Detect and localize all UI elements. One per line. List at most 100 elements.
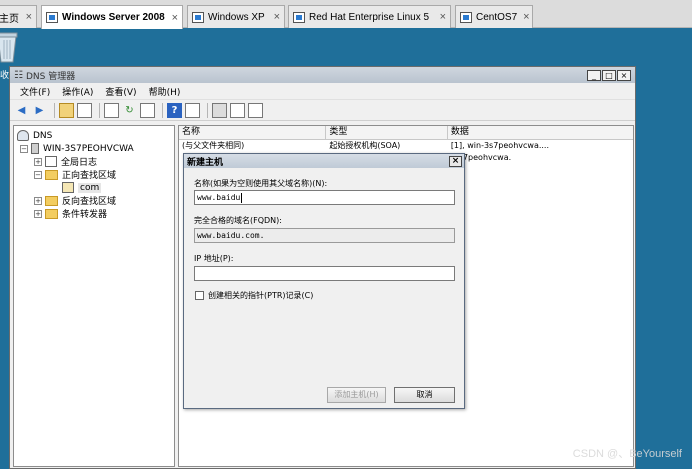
- menu-action[interactable]: 操作(A): [62, 85, 93, 98]
- menu-view[interactable]: 查看(V): [105, 85, 136, 98]
- window-title: DNS 管理器: [25, 71, 76, 82]
- toolbar-separator: [99, 102, 100, 118]
- menu-bar: 文件(F) 操作(A) 查看(V) 帮助(H): [10, 83, 635, 100]
- maximize-button[interactable]: □: [602, 69, 616, 81]
- console-tree: DNS − WIN-3S7PEOHVCWA + 全局日志 − 正向查找区域 co…: [13, 125, 175, 467]
- vm-tab-label: Windows Server 2008: [62, 12, 165, 23]
- folder-icon: [45, 169, 58, 180]
- tree-label: 全局日志: [61, 158, 98, 168]
- expand-icon[interactable]: +: [34, 196, 42, 205]
- vm-tab-label: Red Hat Enterprise Linux 5: [309, 11, 430, 23]
- server-icon[interactable]: [212, 102, 227, 118]
- dialog-title: 新建主机: [187, 157, 224, 168]
- cancel-button[interactable]: 取消: [394, 387, 455, 403]
- record-name: (与父文件夹相同): [182, 141, 245, 150]
- collapse-icon[interactable]: −: [34, 170, 42, 179]
- tree-node-forward-zones[interactable]: − 正向查找区域: [14, 168, 174, 181]
- dialog-titlebar[interactable]: 新建主机 ×: [184, 154, 464, 168]
- vm-tab-windows-server-2008[interactable]: Windows Server 2008 ×: [41, 5, 183, 29]
- text-caret: [241, 192, 243, 203]
- console-icon[interactable]: [185, 102, 200, 118]
- vm-tab-label: Windows XP: [208, 11, 265, 23]
- expand-icon[interactable]: +: [34, 209, 42, 218]
- back-icon[interactable]: ◀: [14, 103, 29, 118]
- properties-icon[interactable]: [104, 102, 119, 118]
- column-name[interactable]: 名称: [179, 126, 327, 140]
- log-icon: [45, 156, 57, 167]
- vm-tab-strip: 主页 × Windows Server 2008 × Windows XP × …: [0, 0, 692, 29]
- vm-tab-centos7[interactable]: CentOS7 ×: [455, 5, 533, 28]
- up-folder-icon[interactable]: [59, 102, 74, 118]
- tree-label: com: [78, 182, 102, 193]
- tree-node-global-logs[interactable]: + 全局日志: [14, 155, 174, 168]
- menu-file[interactable]: 文件(F): [20, 85, 50, 98]
- record-data: [1], win-3s7peohvcwa....: [450, 141, 550, 150]
- new-host-dialog: 新建主机 × 名称(如果为空则使用其父域名称)(N): www.baidu 完全…: [183, 153, 465, 409]
- vm-icon: [293, 11, 305, 23]
- ip-address-input[interactable]: [194, 266, 455, 281]
- toolbar-separator: [207, 102, 208, 118]
- help-icon[interactable]: ?: [167, 102, 182, 118]
- vm-tab-label: CentOS7: [476, 11, 518, 23]
- refresh-icon[interactable]: ↻: [122, 103, 137, 118]
- column-data[interactable]: 数据: [448, 126, 633, 140]
- close-icon[interactable]: ×: [166, 12, 178, 24]
- dns-app-icon: ☷: [14, 69, 23, 81]
- tree-label: WIN-3S7PEOHVCWA: [43, 143, 134, 154]
- zone-icon: [62, 182, 74, 193]
- tree-label: 条件转发器: [62, 210, 108, 220]
- records-icon[interactable]: [230, 102, 245, 118]
- vm-tab-windows-xp[interactable]: Windows XP ×: [187, 5, 285, 28]
- server-icon: [31, 143, 39, 154]
- close-icon[interactable]: ×: [20, 11, 32, 23]
- toolbar: ◀ ▶ ↻ ?: [10, 100, 635, 121]
- dialog-close-button[interactable]: ×: [449, 155, 462, 167]
- tree-node-dns[interactable]: DNS: [14, 129, 174, 142]
- tree-node-conditional-forwarders[interactable]: + 条件转发器: [14, 207, 174, 220]
- vm-tab-label: 主页: [0, 13, 19, 25]
- close-button[interactable]: ×: [617, 69, 631, 81]
- tree-label: 正向查找区域: [62, 171, 117, 181]
- menu-help[interactable]: 帮助(H): [149, 85, 181, 98]
- vm-tab-rhel5[interactable]: Red Hat Enterprise Linux 5 ×: [288, 5, 451, 28]
- tree-node-zone-com[interactable]: com: [14, 181, 174, 194]
- toolbar-separator: [54, 102, 55, 118]
- folder-icon: [45, 208, 58, 219]
- show-hide-tree-icon[interactable]: [77, 102, 92, 118]
- fqdn-label: 完全合格的域名(FQDN):: [194, 216, 282, 225]
- record-data: -3s7peohvcwa.: [450, 153, 512, 162]
- tree-label: 反向查找区域: [62, 197, 117, 207]
- export-list-icon[interactable]: [140, 102, 155, 118]
- close-icon[interactable]: ×: [268, 11, 280, 23]
- dns-icon: [17, 130, 29, 141]
- forward-icon[interactable]: ▶: [32, 103, 47, 118]
- watermark: CSDN @、BeYourself: [572, 448, 682, 460]
- add-host-button[interactable]: 添加主机(H): [327, 387, 386, 403]
- tree-label: DNS: [33, 130, 53, 141]
- minimize-button[interactable]: _: [587, 69, 601, 81]
- folder-icon: [45, 195, 58, 206]
- tree-node-server[interactable]: − WIN-3S7PEOHVCWA: [14, 142, 174, 155]
- desktop-label: 收: [0, 71, 10, 81]
- collapse-icon[interactable]: −: [20, 144, 28, 153]
- window-titlebar[interactable]: ☷ DNS 管理器 _ □ ×: [10, 67, 635, 83]
- zone-icon[interactable]: [248, 102, 263, 118]
- vm-tab-home[interactable]: 主页 ×: [0, 5, 37, 28]
- host-name-value: www.baidu: [197, 193, 241, 202]
- record-type: 起始授权机构(SOA): [329, 141, 401, 150]
- table-row[interactable]: (与父文件夹相同) 起始授权机构(SOA) [1], win-3s7peohvc…: [179, 140, 633, 152]
- expand-icon[interactable]: +: [34, 157, 42, 166]
- ip-label: IP 地址(P):: [194, 254, 234, 263]
- host-name-input[interactable]: www.baidu: [194, 190, 455, 205]
- ptr-label[interactable]: 创建相关的指针(PTR)记录(C): [208, 290, 313, 301]
- vm-icon: [192, 11, 204, 23]
- fqdn-field: www.baidu.com.: [194, 228, 455, 243]
- ptr-checkbox[interactable]: [195, 291, 204, 300]
- vm-icon: [460, 11, 472, 23]
- vm-icon: [46, 12, 58, 23]
- recycle-bin-icon[interactable]: [0, 30, 20, 64]
- column-type[interactable]: 类型: [326, 126, 448, 140]
- close-icon[interactable]: ×: [434, 11, 446, 23]
- tree-node-reverse-zones[interactable]: + 反向查找区域: [14, 194, 174, 207]
- close-icon[interactable]: ×: [517, 11, 529, 23]
